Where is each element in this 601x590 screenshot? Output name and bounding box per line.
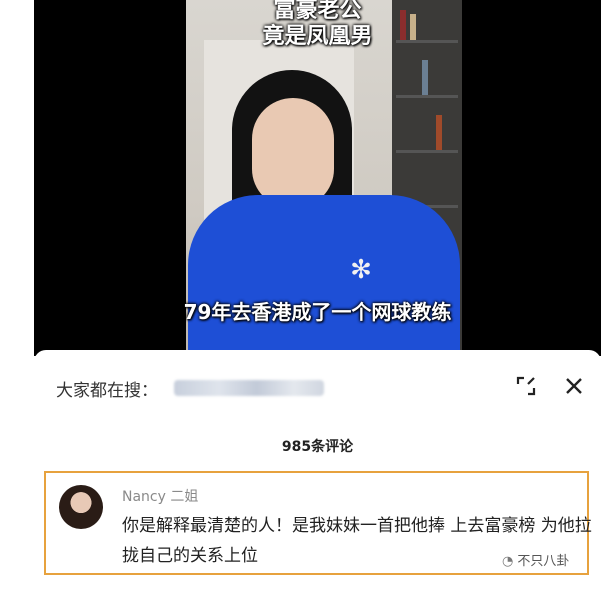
video-subtitle: 79年去香港成了一个网球教练 (183, 300, 452, 324)
blurred-search-term[interactable] (174, 380, 324, 396)
comment-count: 985条评论 (281, 439, 354, 455)
person-face (252, 98, 334, 208)
watermark: ◔ 不只八卦 (498, 548, 574, 571)
wechat-icon: ◔ (502, 554, 514, 569)
comment-username[interactable]: Nancy 二姐 (122, 486, 198, 506)
video-player[interactable]: ✻ 富豪老公 竟是凤凰男 79年去香港成了一个网球教练 (34, 0, 601, 356)
search-suggestion-row[interactable]: 大家都在搜： (34, 366, 601, 406)
expand-icon[interactable] (514, 374, 538, 398)
close-icon[interactable] (562, 374, 586, 398)
avatar[interactable] (59, 485, 103, 529)
brooch-icon: ✻ (350, 255, 372, 285)
search-label: 大家都在搜： (56, 381, 158, 401)
video-title-line1: 富豪老公 (273, 0, 362, 23)
person-jacket (188, 195, 460, 356)
watermark-text: 不只八卦 (517, 554, 570, 569)
video-title-line2: 竟是凤凰男 (262, 24, 373, 49)
